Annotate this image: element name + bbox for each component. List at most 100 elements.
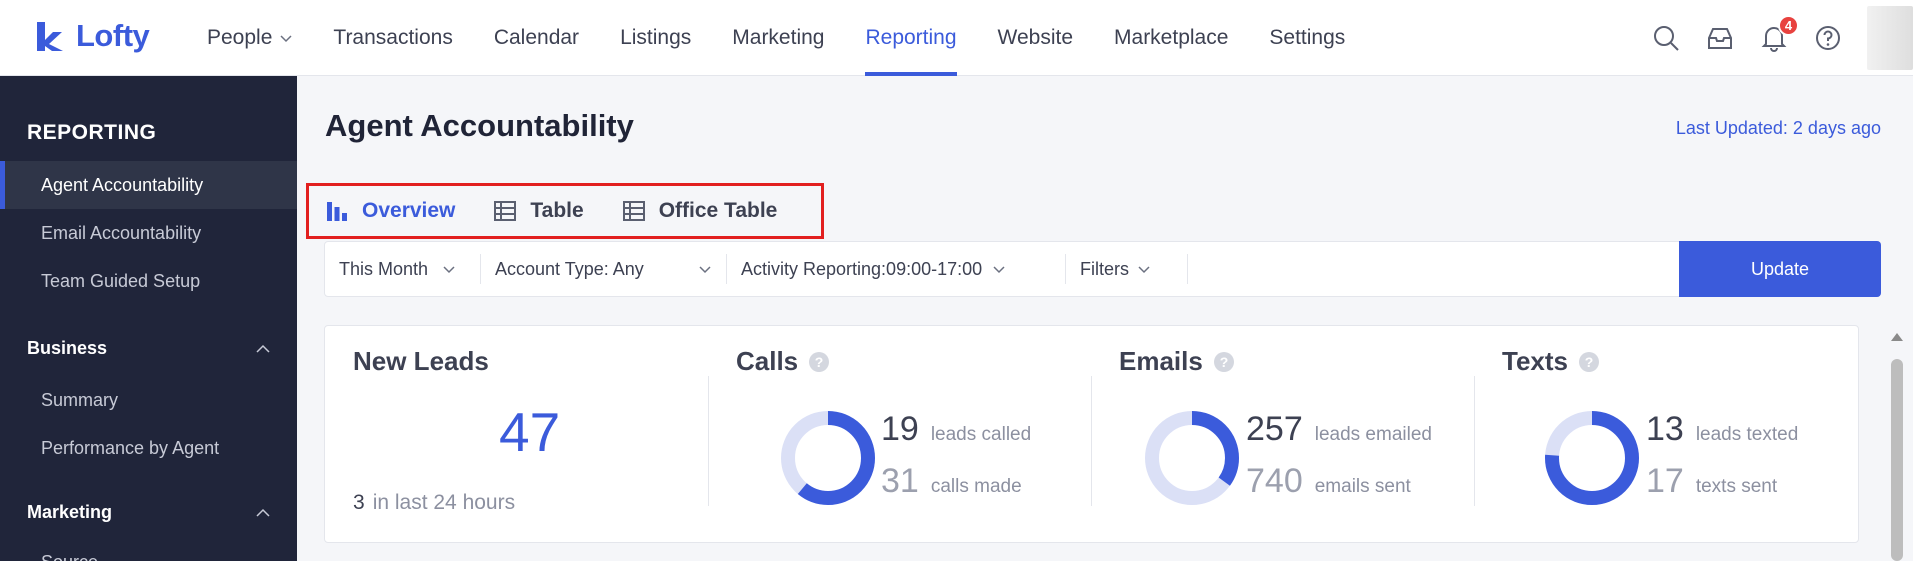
- new-leads-recent: 3 in last 24 hours: [353, 491, 515, 515]
- calls-card: Calls ? 19 leads called 31 calls made: [736, 326, 1096, 544]
- svg-text:?: ?: [1585, 354, 1594, 370]
- scroll-thumb[interactable]: [1891, 359, 1903, 561]
- texts-secondary: 17 texts sent: [1646, 462, 1777, 501]
- texts-title: Texts ?: [1502, 346, 1600, 377]
- vertical-scrollbar[interactable]: [1889, 333, 1905, 561]
- texts-primary: 13 leads texted: [1646, 410, 1798, 449]
- sidebar-item-agent-accountability[interactable]: Agent Accountability: [0, 161, 297, 209]
- calls-title-text: Calls: [736, 346, 799, 376]
- nav-marketplace[interactable]: Marketplace: [1114, 0, 1228, 76]
- emails-sent-label: emails sent: [1314, 476, 1411, 497]
- calls-made-count: 31: [881, 462, 919, 500]
- notifications-button[interactable]: 4: [1759, 15, 1799, 53]
- texts-card: Texts ? 13 leads texted 17 texts sent: [1502, 326, 1842, 544]
- nav-people[interactable]: People: [207, 0, 292, 76]
- sidebar-item-source[interactable]: Source: [0, 538, 297, 561]
- sidebar-item-summary[interactable]: Summary: [0, 376, 297, 424]
- sidebar-item-email-accountability[interactable]: Email Accountability: [0, 209, 297, 257]
- divider: [708, 376, 709, 506]
- sidebar-item-team-guided-setup[interactable]: Team Guided Setup: [0, 257, 297, 305]
- calls-made-label: calls made: [930, 476, 1022, 497]
- sidebar-item-performance-by-agent[interactable]: Performance by Agent: [0, 424, 297, 472]
- nav-listings[interactable]: Listings: [620, 0, 691, 76]
- search-button[interactable]: [1651, 23, 1681, 53]
- chevron-up-icon: [256, 508, 270, 517]
- nav-transactions[interactable]: Transactions: [333, 0, 452, 76]
- main-nav: People Transactions Calendar Listings Ma…: [207, 0, 1386, 76]
- inbox-button[interactable]: [1705, 23, 1735, 53]
- help-button[interactable]: [1813, 23, 1843, 53]
- table-icon: [622, 201, 645, 221]
- calls-title: Calls ?: [736, 346, 830, 377]
- emails-primary: 257 leads emailed: [1246, 410, 1432, 449]
- divider: [1091, 376, 1092, 506]
- last-updated: Last Updated: 2 days ago: [1675, 118, 1881, 138]
- account-type-dropdown[interactable]: Account Type: Any: [481, 254, 727, 284]
- brand-name: Lofty: [76, 18, 150, 53]
- chevron-down-icon: [443, 266, 455, 274]
- activity-reporting-value: Activity Reporting:09:00-17:00: [741, 258, 983, 279]
- calls-donut-chart: [781, 411, 875, 505]
- filters-dropdown[interactable]: Filters: [1066, 254, 1188, 284]
- filter-bar: This Month Account Type: Any Activity Re…: [324, 241, 1881, 297]
- notification-badge: 4: [1778, 15, 1799, 36]
- help-circle-icon[interactable]: ?: [1578, 351, 1600, 373]
- leads-texted-label: leads texted: [1695, 424, 1799, 445]
- nav-reporting[interactable]: Reporting: [865, 0, 957, 76]
- activity-reporting-dropdown[interactable]: Activity Reporting:09:00-17:00: [727, 254, 1066, 284]
- sidebar: REPORTING Agent Accountability Email Acc…: [0, 76, 297, 561]
- emails-sent-count: 740: [1246, 462, 1303, 500]
- tab-overview-label: Overview: [362, 199, 456, 222]
- tab-office-table-label: Office Table: [658, 199, 778, 222]
- new-leads-card: New Leads 47 3 in last 24 hours: [353, 326, 693, 544]
- emails-title: Emails ?: [1119, 346, 1235, 377]
- new-leads-count: 47: [499, 401, 561, 463]
- avatar[interactable]: [1867, 6, 1913, 70]
- leads-texted-count: 13: [1646, 410, 1684, 448]
- inbox-icon: [1708, 28, 1732, 49]
- nav-settings[interactable]: Settings: [1269, 0, 1345, 76]
- texts-donut-chart: [1545, 411, 1639, 505]
- chevron-down-icon: [699, 266, 711, 274]
- chevron-down-icon: [1138, 266, 1150, 274]
- filters-label: Filters: [1080, 258, 1129, 279]
- nav-marketing[interactable]: Marketing: [732, 0, 824, 76]
- emails-donut-chart: [1145, 411, 1239, 505]
- page-title: Agent Accountability: [325, 108, 634, 143]
- svg-text:?: ?: [1220, 354, 1229, 370]
- help-circle-icon[interactable]: ?: [1213, 351, 1235, 373]
- sidebar-title: REPORTING: [27, 121, 157, 144]
- texts-title-text: Texts: [1502, 346, 1568, 376]
- leads-called-label: leads called: [930, 424, 1032, 445]
- new-leads-title: New Leads: [353, 346, 489, 376]
- recent-leads-count: 3: [353, 491, 365, 514]
- top-icons: 4: [1627, 0, 1913, 76]
- lofty-logo[interactable]: Lofty: [34, 16, 150, 56]
- stats-panel: New Leads 47 3 in last 24 hours Calls ? 1…: [324, 325, 1859, 543]
- nav-calendar[interactable]: Calendar: [494, 0, 579, 76]
- help-icon: [1816, 26, 1840, 50]
- table-icon: [494, 201, 517, 221]
- help-circle-icon[interactable]: ?: [808, 351, 830, 373]
- tab-overview[interactable]: Overview: [325, 199, 455, 223]
- texts-sent-count: 17: [1646, 462, 1684, 500]
- leads-emailed-count: 257: [1246, 410, 1303, 448]
- tab-table[interactable]: Table: [493, 199, 584, 223]
- leads-emailed-label: leads emailed: [1314, 424, 1432, 445]
- texts-sent-label: texts sent: [1695, 476, 1778, 497]
- sidebar-section-marketing[interactable]: Marketing: [27, 502, 271, 523]
- tab-office-table[interactable]: Office Table: [622, 199, 778, 223]
- chevron-down-icon: [993, 266, 1005, 274]
- search-icon: [1654, 26, 1679, 51]
- emails-title-text: Emails: [1119, 346, 1203, 376]
- view-tabs: Overview Table Office Table: [306, 183, 824, 239]
- scroll-up-arrow[interactable]: [1891, 333, 1903, 341]
- leads-called-count: 19: [881, 410, 919, 448]
- bar-chart-icon: [327, 202, 347, 221]
- calls-primary: 19 leads called: [881, 410, 1031, 449]
- emails-card: Emails ? 257 leads emailed 740 emails se…: [1119, 326, 1479, 544]
- nav-website[interactable]: Website: [998, 0, 1073, 76]
- update-button[interactable]: Update: [1679, 241, 1881, 297]
- date-range-dropdown[interactable]: This Month: [325, 254, 481, 284]
- sidebar-section-business[interactable]: Business: [27, 338, 271, 359]
